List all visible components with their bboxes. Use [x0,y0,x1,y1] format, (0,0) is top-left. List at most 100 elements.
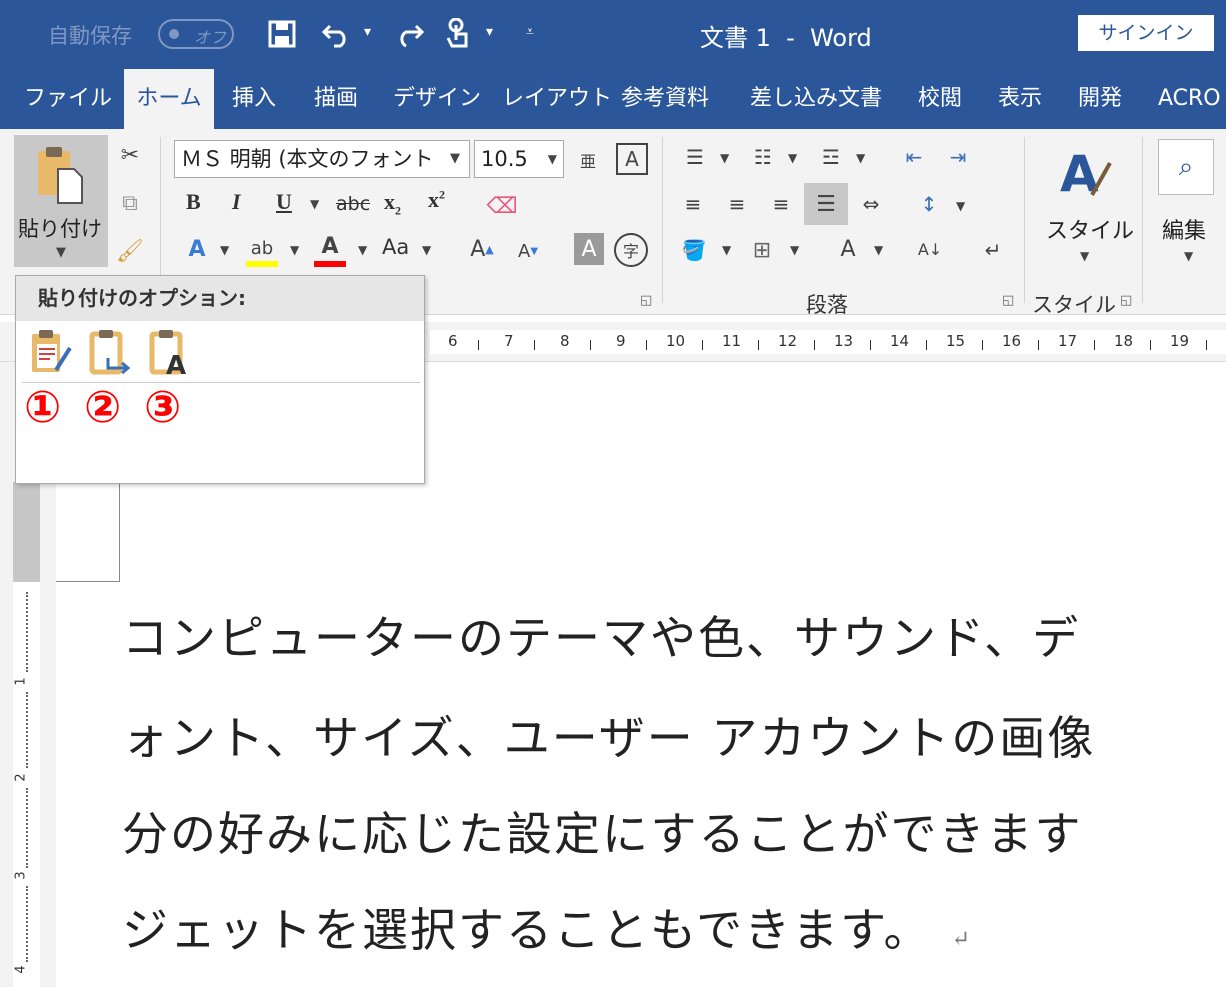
shading-icon[interactable]: 🪣 [676,233,712,267]
customize-qat-icon[interactable]: ⩡ [526,24,534,40]
document-line[interactable]: ジェットを選択することもできます。 ↵ [122,894,972,960]
ruler-number: 16 [1002,332,1022,350]
subscript-button[interactable]: x2 [384,189,401,218]
grow-font-icon[interactable]: A ▲ [466,231,498,267]
styles-button[interactable]: A スタイル ▼ [1040,137,1134,277]
format-painter-icon[interactable]: 🖌 [112,233,148,269]
superscript-button[interactable]: x2 [428,187,445,213]
group-separator [1024,137,1025,303]
highlight-dropdown-icon[interactable]: ▼ [290,243,299,257]
tab-review[interactable]: 校閲 [918,69,962,129]
undo-icon[interactable] [320,16,356,52]
tab-mailings[interactable]: 差し込み文書 [750,69,882,129]
touch-dropdown-icon[interactable]: ▾ [486,24,493,40]
distributed-icon[interactable]: ⇔ [854,187,888,221]
font-color-icon[interactable]: A [314,229,346,263]
vertical-ruler-margin [13,482,40,582]
phonetic-guide-icon[interactable]: 亜 [574,141,602,179]
styles-dialog-launcher-icon[interactable]: ◱ [1120,293,1132,308]
touch-mode-icon[interactable] [440,16,476,52]
sort-icon[interactable]: A↓ [914,229,946,269]
line-spacing-dropdown-icon[interactable]: ▼ [956,199,965,213]
keep-source-formatting-option[interactable] [28,328,74,378]
align-center-icon[interactable]: ≡ [720,187,754,221]
shading-dropdown-icon[interactable]: ▼ [722,243,731,257]
marker-1: ① [24,382,62,433]
ruler-tick [814,340,815,350]
redo-icon[interactable] [390,16,426,52]
paste-label: 貼り付け [18,217,102,241]
document-line[interactable]: コンピューターのテーマや色、サウンド、デ [122,602,1080,668]
text-effects-icon[interactable]: A [182,231,212,267]
borders-dropdown-icon[interactable]: ▼ [790,243,799,257]
tab-developer[interactable]: 開発 [1078,69,1122,129]
borders-icon[interactable]: ⊞ [744,233,780,267]
tab-layout[interactable]: レイアウト [502,69,612,129]
cut-icon[interactable]: ✂ [112,137,148,173]
tab-draw[interactable]: 描画 [314,69,358,129]
tab-acrobat[interactable]: ACRO [1158,69,1221,129]
align-left-icon[interactable]: ≡ [676,187,710,221]
enclose-characters-icon[interactable]: A [616,143,648,175]
paste-dropdown-icon: ▼ [56,245,66,260]
clear-formatting-icon[interactable]: ⌫ [484,189,520,223]
increase-indent-icon[interactable]: ⇥ [940,141,976,173]
tab-design[interactable]: デザイン [393,69,481,129]
keep-text-only-option[interactable]: A [148,328,194,381]
font-name-dropdown-icon[interactable]: ▼ [450,151,460,166]
save-icon[interactable] [264,16,300,52]
show-formatting-icon[interactable]: ↵ [976,233,1010,267]
asian-layout-icon[interactable]: A [828,231,868,267]
document-title: 文書 1 - Word [700,24,872,52]
strikethrough-button[interactable]: abc [336,193,370,215]
line-spacing-icon[interactable]: ↕ [912,187,946,221]
underline-dropdown-icon[interactable]: ▼ [310,197,319,211]
align-right-icon[interactable]: ≡ [764,187,798,221]
vertical-ruler-ticks [26,692,28,768]
editing-button[interactable]: ⌕ 編集 ▼ [1156,137,1226,277]
bold-button[interactable]: B [186,189,201,215]
tab-insert[interactable]: 挿入 [232,69,276,129]
ruler-track [430,330,1226,354]
font-name-field[interactable]: ＭＳ 明朝 (本文のフォント [174,140,470,178]
font-dialog-launcher-icon[interactable]: ◱ [640,293,652,308]
numbering-dropdown-icon[interactable]: ▼ [788,151,797,165]
multilevel-dropdown-icon[interactable]: ▼ [856,151,865,165]
ruler-number: 7 [504,332,514,350]
underline-button[interactable]: U [276,189,292,215]
tab-home[interactable]: ホーム [124,69,214,131]
styles-dropdown-icon: ▼ [1080,249,1090,263]
copy-icon[interactable]: ⧉ [112,185,148,221]
italic-button[interactable]: I [232,189,241,215]
autosave-toggle[interactable]: オフ [158,19,234,49]
document-line[interactable]: ォント、サイズ、ユーザー アカウントの画像 [122,702,1095,768]
paragraph-dialog-launcher-icon[interactable]: ◱ [1002,293,1014,308]
styles-icon: A [1060,145,1112,203]
change-case-button[interactable]: Aa [382,235,409,259]
enclosed-character-icon[interactable]: 字 [614,233,648,267]
character-shading-icon[interactable]: A [574,233,604,265]
signin-button[interactable]: サインイン [1078,15,1214,51]
decrease-indent-icon[interactable]: ⇤ [896,141,932,173]
text-effects-dropdown-icon[interactable]: ▼ [220,243,229,257]
numbering-icon[interactable]: ☷ [746,141,780,173]
tab-file[interactable]: ファイル [24,69,112,129]
asian-layout-dropdown-icon[interactable]: ▼ [874,243,883,257]
merge-formatting-option[interactable] [88,328,134,378]
paste-button[interactable]: 貼り付け ▼ [14,135,108,267]
font-size-field[interactable]: 10.5 ▼ [474,140,564,178]
shrink-font-icon[interactable]: A ▼ [512,235,544,267]
tab-view[interactable]: 表示 [998,69,1042,129]
search-icon: ⌕ [1158,139,1214,195]
document-line[interactable]: 分の好みに応じた設定にすることができます [122,798,1082,864]
bullets-dropdown-icon[interactable]: ▼ [720,151,729,165]
change-case-dropdown-icon[interactable]: ▼ [422,243,431,257]
tab-references[interactable]: 参考資料 [621,69,709,129]
font-color-dropdown-icon[interactable]: ▼ [358,243,367,257]
multilevel-list-icon[interactable]: ☲ [814,141,848,173]
font-size-dropdown-icon[interactable]: ▼ [548,141,557,177]
ruler-tick [758,340,759,350]
undo-dropdown-icon[interactable]: ▾ [364,24,371,40]
bullets-icon[interactable]: ☰ [678,141,712,173]
ruler-tick [478,340,479,350]
